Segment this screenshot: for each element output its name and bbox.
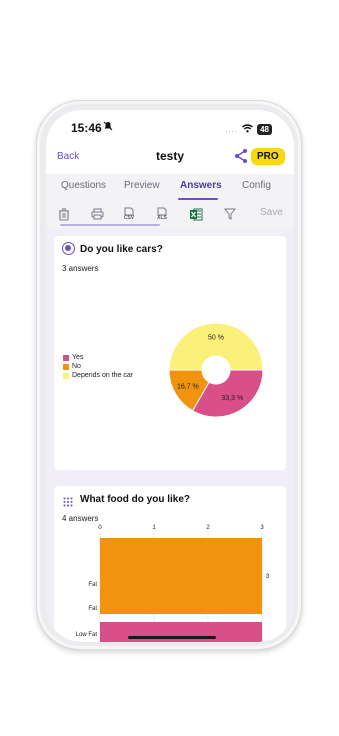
pie-label-1: 16,7 % [177,383,199,390]
legend-swatch-no [63,363,69,370]
phone-frame: 15:46 .... 48 Back testy PRO Questions P… [36,100,302,650]
csv-label: CSV [123,215,135,221]
question-title: Do you like cars? [80,244,163,255]
tab-answers[interactable]: Answers [180,180,222,191]
legend-label-depends: Depends on the car [72,372,134,379]
pro-badge[interactable]: PRO [251,148,285,165]
pie-chart: 33,3 % 16,7 % 50 % [168,322,264,418]
legend-item-no: No [63,362,133,371]
legend-item-yes: Yes [63,353,133,362]
status-indicators: .... 48 [225,120,272,138]
battery-indicator: 48 [257,123,272,135]
xls-label: XLS [157,215,167,221]
answer-count: 4 answers [62,514,99,523]
trash-icon[interactable] [56,206,72,222]
x-tick-label-0: 0 [98,525,102,531]
legend-item-depends: Depends on the car [63,371,133,380]
xls-file-icon[interactable]: XLS [154,206,170,222]
pie-label-0: 33,3 % [221,395,243,402]
toolbar-scrollbar[interactable] [60,224,160,226]
bar-2 [100,622,262,642]
app-bar: Back testy PRO [46,144,294,174]
legend-swatch-yes [63,354,69,361]
status-bar: 15:46 .... 48 [46,110,294,144]
bell-slash-icon [103,121,113,134]
bar-chart: 0 1 2 3 Fat Fat Low Fat 3 [76,525,270,642]
home-indicator [128,636,216,639]
wifi-icon [242,120,254,138]
x-tick-label-2: 2 [206,525,210,531]
excel-icon[interactable] [188,206,204,222]
question-card-cars: Do you like cars? 3 answers Yes No Depen… [54,236,286,470]
pie-label-2: 50 % [208,335,224,342]
legend-label-yes: Yes [72,354,84,361]
status-time: 15:46 [71,121,102,135]
x-tick-label-3: 3 [260,525,264,531]
x-tick-label-1: 1 [152,525,156,531]
legend-swatch-depends [63,372,69,379]
tab-bar: Questions Preview Answers Config [46,174,294,202]
pie-slice-2 [168,322,264,371]
grid-icon [63,494,73,512]
bar-data-label: 3 [266,574,270,580]
radio-icon [62,242,75,255]
y-tick-label-0: Fat [88,582,97,588]
legend-label-no: No [72,363,81,370]
app-screen: 15:46 .... 48 Back testy PRO Questions P… [46,110,294,642]
question-card-food: What food do you like? 4 answers 0 1 2 3 Fat… [54,486,286,642]
share-icon[interactable] [234,148,248,169]
y-tick-label-1: Fat [88,606,97,612]
export-toolbar: CSV XLS Save [46,202,294,228]
tab-active-indicator [178,198,218,200]
signal-dots: .... [225,124,239,134]
pie-legend: Yes No Depends on the car [63,353,133,380]
answer-count: 3 answers [62,264,99,273]
filter-icon[interactable] [222,206,238,222]
csv-file-icon[interactable]: CSV [121,206,137,222]
tab-preview[interactable]: Preview [124,180,160,191]
y-tick-label-2: Low Fat [76,632,98,638]
save-button[interactable]: Save [260,207,283,218]
print-icon[interactable] [89,206,105,222]
tab-questions[interactable]: Questions [61,180,106,191]
tab-config[interactable]: Config [242,180,271,191]
question-title: What food do you like? [80,494,190,505]
bar-0 [100,538,262,614]
